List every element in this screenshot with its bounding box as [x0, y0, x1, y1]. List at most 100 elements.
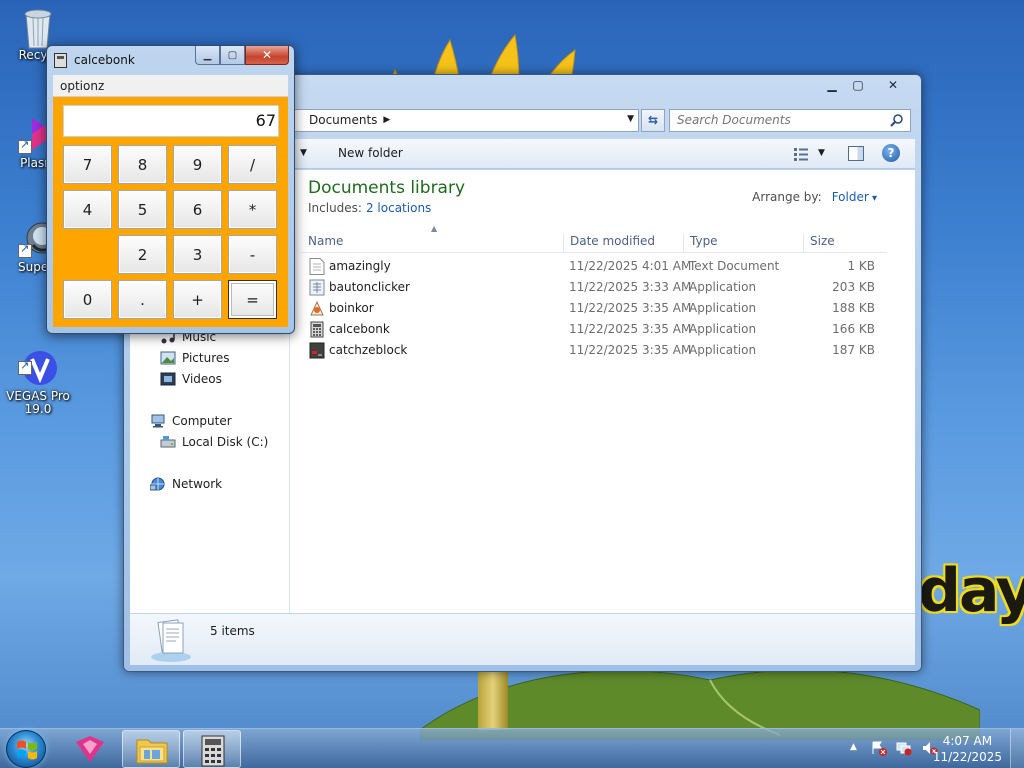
start-button[interactable]: [6, 730, 46, 768]
key-2[interactable]: 2: [118, 235, 167, 274]
desktop-icon-vegas-pro[interactable]: VEGAS Pro 19.0: [0, 322, 78, 429]
action-center-icon[interactable]: [871, 740, 887, 756]
recycle-bin-icon: [18, 6, 58, 49]
taskbar-explorer[interactable]: [122, 730, 180, 768]
key-6[interactable]: 6: [173, 190, 222, 229]
nav-item-pictures[interactable]: Pictures: [160, 351, 230, 365]
menu-optionz[interactable]: optionz: [60, 79, 104, 93]
explorer-window-controls: ▁ ▢ ✕: [819, 76, 915, 94]
plasma-taskbar-icon: [76, 736, 104, 762]
address-dropdown-icon[interactable]: ▼: [627, 114, 634, 124]
calculator-icon: [201, 735, 225, 767]
refresh-button[interactable]: ⇆: [641, 108, 665, 132]
key-3[interactable]: 3: [173, 235, 222, 274]
calc-maximize-button[interactable]: ▢: [220, 46, 245, 65]
file-name: calcebonk: [329, 322, 390, 336]
nav-item-label: Network: [172, 477, 223, 491]
key-add[interactable]: +: [173, 280, 222, 319]
videos-icon: [160, 372, 176, 386]
calculator-window-controls: ▁ ▢ ✕: [195, 46, 289, 65]
help-icon[interactable]: ?: [882, 144, 900, 162]
search-input[interactable]: [677, 113, 877, 127]
key-subtract[interactable]: -: [228, 235, 277, 274]
column-date-modified[interactable]: Date modified: [563, 234, 655, 252]
includes-label: Includes:: [308, 201, 362, 215]
key-9[interactable]: 9: [173, 145, 222, 184]
organize-dropdown-icon[interactable]: ▼: [300, 148, 307, 158]
column-type[interactable]: Type: [683, 234, 718, 252]
file-type: Text Document: [689, 259, 780, 273]
calculator-title: calcebonk: [74, 53, 135, 67]
change-view-icon[interactable]: [793, 147, 809, 161]
details-pane: 5 items: [130, 613, 915, 665]
file-row[interactable]: catchzeblock 11/22/2025 3:35 AM Applicat…: [301, 340, 887, 361]
file-date: 11/22/2025 3:35 AM: [569, 301, 692, 315]
file-type: Application: [689, 343, 757, 357]
pictures-icon: [160, 351, 176, 365]
key-4[interactable]: 4: [63, 190, 112, 229]
arrange-label: Arrange by:: [752, 190, 822, 204]
app-icon: [310, 300, 324, 316]
view-dropdown-icon[interactable]: ▼: [818, 148, 825, 158]
taskbar: ▲ 4:07 AM 11/22/2025: [0, 728, 1024, 768]
show-hidden-icons-icon[interactable]: ▲: [850, 742, 857, 752]
locations-link[interactable]: 2 locations: [366, 201, 431, 215]
nav-item-network[interactable]: Network: [150, 477, 222, 491]
library-documents-icon: [151, 619, 191, 662]
breadcrumb-documents[interactable]: Documents: [309, 113, 377, 127]
app-icon: [309, 342, 325, 359]
file-size: 203 KB: [832, 280, 875, 294]
file-row[interactable]: calcebonk 11/22/2025 3:35 AM Application…: [301, 319, 887, 340]
vegas-pro-icon: [18, 335, 58, 385]
column-header: ▲ Name Date modified Type Size: [301, 224, 887, 253]
file-row[interactable]: bautonclicker 11/22/2025 3:33 AM Applica…: [301, 277, 887, 298]
file-row[interactable]: boinkor 11/22/2025 3:35 AM Application 1…: [301, 298, 887, 319]
key-5[interactable]: 5: [118, 190, 167, 229]
arrange-by: Arrange by: Folder: [752, 190, 877, 204]
wallpaper-text: day: [918, 556, 1024, 626]
calculator-body: 67 7 8 9 / 4 5 6 * 2 3 - 0 . + =: [53, 97, 288, 327]
show-desktop-button[interactable]: [1010, 729, 1024, 768]
search-box[interactable]: [669, 108, 911, 132]
arrange-dropdown[interactable]: Folder: [832, 190, 877, 204]
taskbar-calculator[interactable]: [183, 730, 241, 768]
key-7[interactable]: 7: [63, 145, 112, 184]
breadcrumb-arrow-icon[interactable]: ▶: [383, 115, 390, 125]
column-size[interactable]: Size: [803, 234, 835, 252]
library-title: Documents library: [308, 178, 466, 198]
search-icon[interactable]: [890, 113, 904, 127]
preview-pane-icon[interactable]: [848, 146, 864, 161]
key-divide[interactable]: /: [228, 145, 277, 184]
calculator-window[interactable]: calcebonk ▁ ▢ ✕ optionz 67 7 8 9 / 4 5 6…: [46, 45, 295, 334]
nav-item-videos[interactable]: Videos: [160, 372, 222, 386]
desktop-icon-label: VEGAS Pro 19.0: [6, 389, 70, 416]
file-date: 11/22/2025 3:35 AM: [569, 343, 692, 357]
key-decimal[interactable]: .: [118, 280, 167, 319]
item-count: 5 items: [210, 624, 255, 638]
key-multiply[interactable]: *: [228, 190, 277, 229]
text-file-icon: [309, 258, 325, 275]
file-type: Application: [689, 322, 757, 336]
shortcut-arrow-icon: [18, 242, 32, 258]
nav-item-computer[interactable]: Computer: [150, 414, 232, 428]
nav-item-label: Pictures: [182, 351, 230, 365]
close-button[interactable]: ✕: [871, 76, 915, 94]
key-equals[interactable]: =: [228, 280, 277, 319]
key-0[interactable]: 0: [63, 280, 112, 319]
file-row[interactable]: amazingly 11/22/2025 4:01 AM Text Docume…: [301, 256, 887, 277]
address-bar[interactable]: Documents ▶ ▼: [294, 108, 639, 132]
column-name[interactable]: Name: [301, 234, 343, 252]
new-folder-button[interactable]: New folder: [338, 146, 403, 160]
maximize-button[interactable]: ▢: [845, 76, 871, 94]
calc-minimize-button[interactable]: ▁: [195, 46, 220, 65]
minimize-button[interactable]: ▁: [819, 76, 845, 94]
nav-item-local-disk[interactable]: Local Disk (C:): [160, 435, 268, 449]
file-date: 11/22/2025 4:01 AM: [569, 259, 692, 273]
taskbar-plasma[interactable]: [61, 730, 119, 768]
calculator-app-icon: [54, 53, 67, 68]
key-8[interactable]: 8: [118, 145, 167, 184]
taskbar-clock[interactable]: 4:07 AM 11/22/2025: [933, 733, 1002, 765]
network-status-icon[interactable]: [896, 740, 912, 756]
calc-close-button[interactable]: ✕: [245, 46, 289, 65]
file-name: catchzeblock: [329, 343, 408, 357]
